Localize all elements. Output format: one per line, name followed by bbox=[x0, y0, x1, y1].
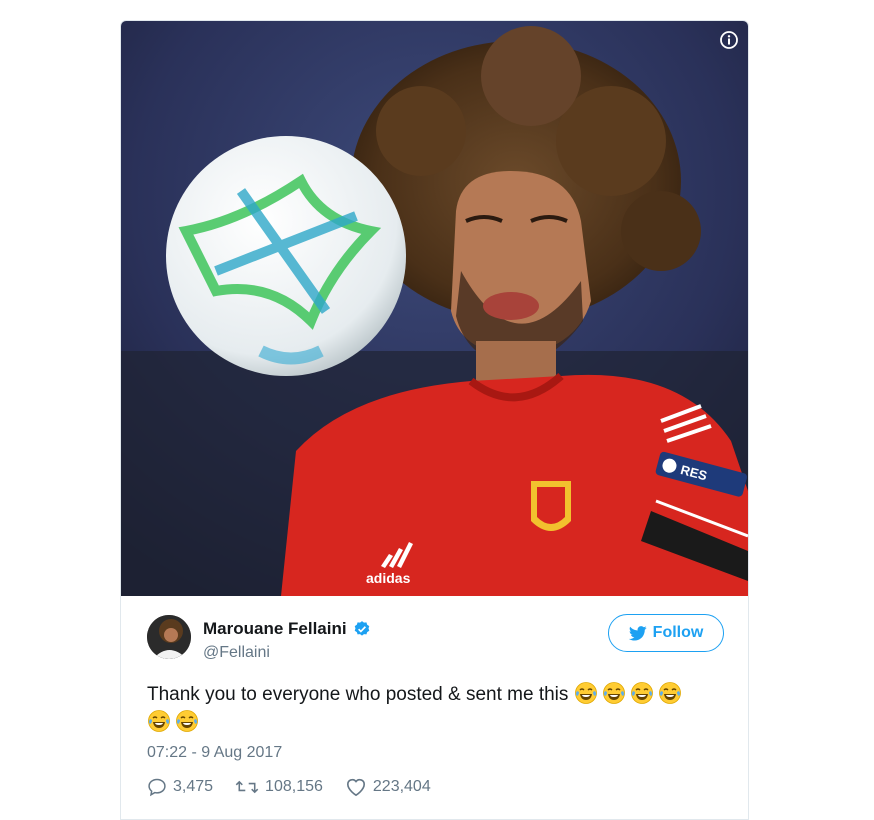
reply-icon bbox=[148, 778, 166, 797]
author-display-name[interactable]: Marouane Fellaini bbox=[203, 619, 347, 639]
tweet-photo[interactable]: adidas RES bbox=[121, 21, 748, 596]
retweet-action[interactable]: 108,156 bbox=[235, 777, 323, 797]
follow-button[interactable]: Follow bbox=[608, 614, 724, 652]
author-name-row[interactable]: Marouane Fellaini bbox=[203, 619, 371, 639]
author-handle[interactable]: @Fellaini bbox=[203, 644, 270, 662]
retweet-icon bbox=[235, 780, 259, 794]
photo-illustration: adidas RES bbox=[121, 21, 748, 596]
info-icon[interactable] bbox=[720, 31, 738, 49]
retweet-count: 108,156 bbox=[265, 778, 323, 795]
twitter-bird-icon bbox=[628, 625, 647, 641]
like-action[interactable]: 223,404 bbox=[345, 777, 431, 797]
tears-of-joy-emoji-icon bbox=[602, 682, 625, 704]
tweet-timestamp[interactable]: 07:22 - 9 Aug 2017 bbox=[147, 744, 282, 762]
verified-badge-icon bbox=[354, 621, 369, 636]
tears-of-joy-emoji-icon bbox=[176, 710, 198, 732]
reply-action[interactable]: 3,475 bbox=[147, 777, 213, 797]
author-avatar[interactable] bbox=[147, 615, 191, 659]
reply-count: 3,475 bbox=[173, 778, 214, 795]
tears-of-joy-emoji-icon bbox=[574, 682, 597, 704]
tweet-actions: 3,475 108,156 223,404 bbox=[147, 777, 453, 797]
tweet-card: adidas RES Marouane Fellaini @Fellaini F… bbox=[120, 20, 749, 820]
tweet-text-body: Thank you to everyone who posted & sent … bbox=[147, 684, 569, 705]
follow-button-label: Follow bbox=[652, 624, 704, 641]
heart-icon bbox=[346, 778, 365, 797]
like-count: 223,404 bbox=[372, 778, 431, 795]
tears-of-joy-emoji-icon bbox=[148, 710, 170, 732]
jersey-brand-text: adidas bbox=[366, 570, 411, 586]
tears-of-joy-emoji-icon bbox=[630, 682, 653, 704]
tweet-text: Thank you to everyone who posted & sent … bbox=[147, 681, 727, 737]
tears-of-joy-emoji-icon bbox=[658, 682, 681, 704]
